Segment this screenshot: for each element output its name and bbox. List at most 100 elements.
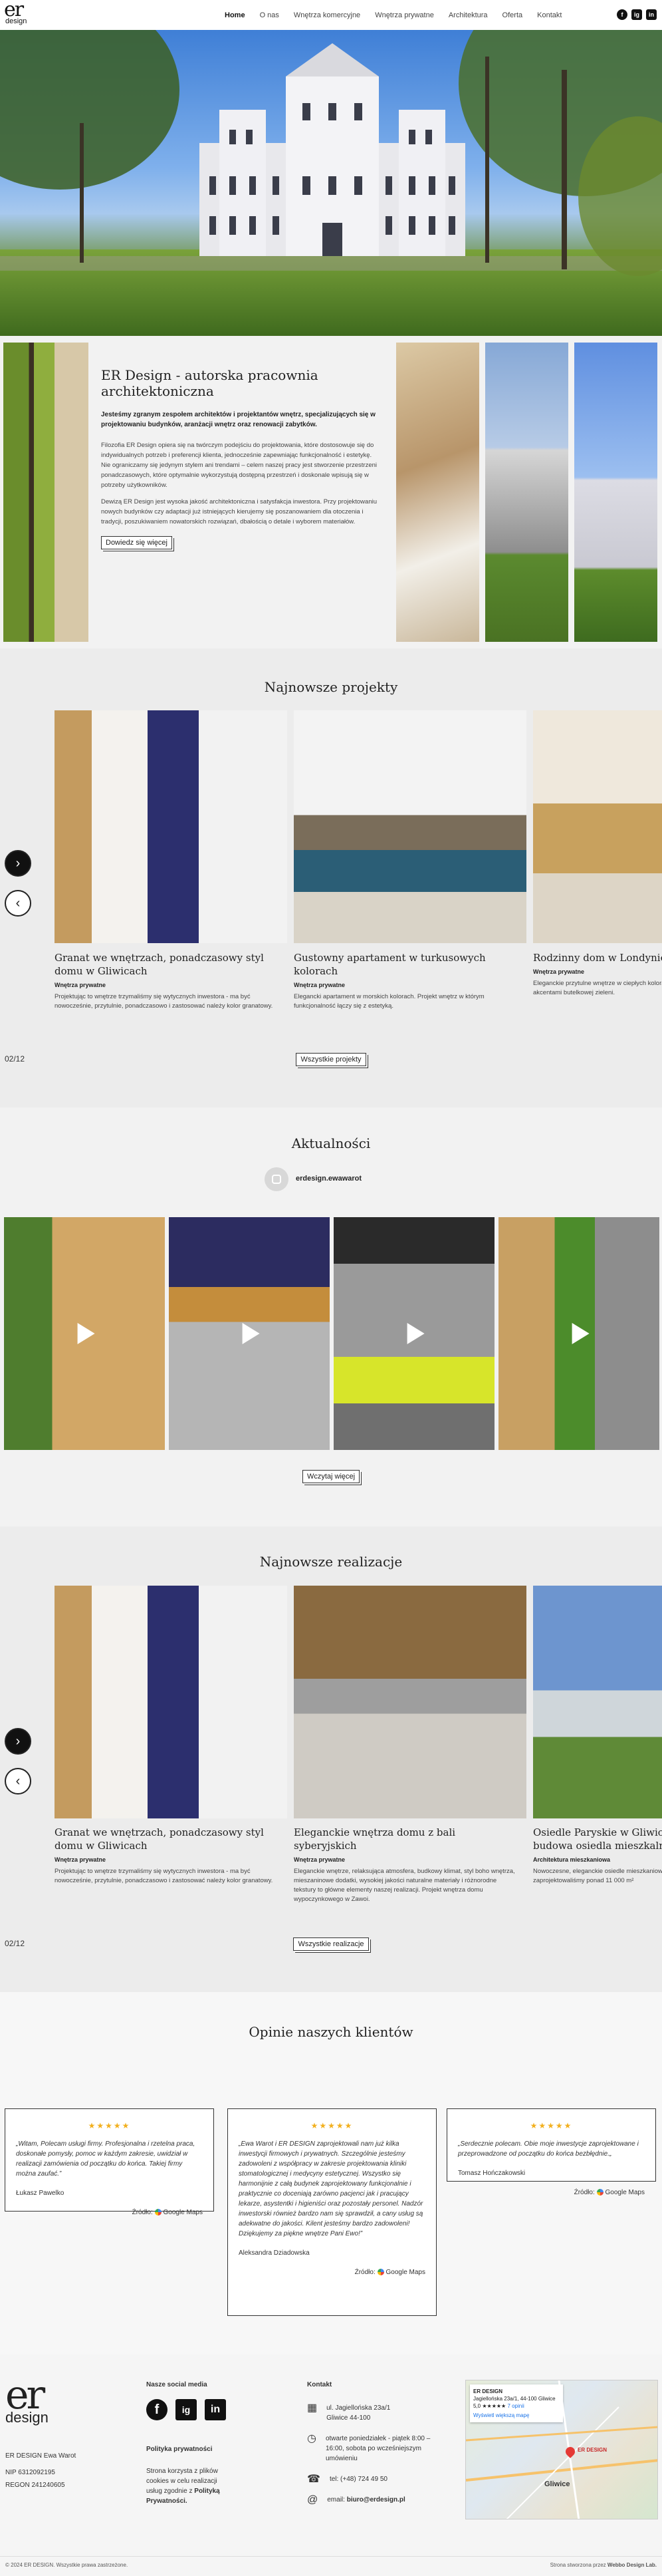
hours-text: otwarte poniedziałek - piątek 8:00 – 16:…	[325, 2435, 431, 2462]
nav-kontakt[interactable]: Kontakt	[537, 11, 562, 19]
company-info: ER DESIGN Ewa Warot NIP 6312092195 REGON…	[5, 2451, 76, 2490]
contact-email[interactable]: @ email: biuro@erdesign.pl	[307, 2495, 447, 2505]
nav-o-nas[interactable]: O nas	[260, 11, 279, 19]
credits-link[interactable]: Webbo Design Lab.	[607, 2562, 657, 2568]
review-source: Źródło: Google Maps	[239, 2267, 425, 2277]
projects-title: Najnowsze projekty	[264, 679, 398, 695]
project-card-2[interactable]: Gustowny apartament w turkusowych kolora…	[294, 951, 520, 1011]
header-social: f ig in	[617, 9, 657, 20]
realization-card-3[interactable]: Osiedle Paryskie w Gliwicach - budowa os…	[533, 1826, 662, 1886]
realization-image-3[interactable]	[533, 1586, 662, 1818]
project-card-description: Projektując to wnętrze trzymaliśmy się w…	[55, 993, 273, 1010]
privacy-title: Polityka prywatności	[146, 2446, 213, 2453]
site-header: er design Home O nas Wnętrza komercyjne …	[0, 0, 662, 30]
about-more-button[interactable]: Dowiedz się więcej	[101, 536, 172, 549]
insta-post-2[interactable]	[169, 1217, 330, 1450]
nav-home[interactable]: Home	[225, 11, 245, 19]
linkedin-icon[interactable]: in	[646, 9, 657, 20]
phone-text[interactable]: tel: (+48) 724 49 50	[330, 2474, 387, 2484]
realization-image-2[interactable]	[294, 1586, 526, 1818]
at-icon: @	[307, 2494, 318, 2505]
project-image-1[interactable]	[55, 710, 287, 943]
realizations-prev-arrow[interactable]: ‹	[5, 1768, 31, 1794]
source-label: Źródło:	[574, 2189, 595, 2196]
realizations-next-arrow[interactable]: ›	[5, 1728, 31, 1755]
realization-image-1[interactable]	[55, 1586, 287, 1818]
google-map[interactable]: ER DESIGN Jagiellońska 23a/1, 44-100 Gli…	[465, 2380, 658, 2519]
logo[interactable]: er design	[4, 0, 36, 27]
google-maps-icon	[377, 2269, 384, 2276]
all-realizations-button[interactable]: Wszystkie realizacje	[293, 1937, 369, 1951]
company-nip: NIP 6312092195	[5, 2469, 55, 2476]
all-projects-button[interactable]: Wszystkie projekty	[296, 1053, 366, 1066]
credits-prefix: Strona stworzona przez	[550, 2562, 606, 2568]
source-name[interactable]: Google Maps	[606, 2189, 645, 2196]
source-name[interactable]: Google Maps	[164, 2209, 203, 2216]
site-footer: er design ER DESIGN Ewa Warot NIP 631209…	[0, 2355, 662, 2576]
footer-contact: Kontakt ▦ ul. Jagiellońska 23a/1 Gliwice …	[307, 2380, 447, 2505]
credits: Strona stworzona przez Webbo Design Lab.	[550, 2562, 657, 2568]
instagram-icon[interactable]: ig	[175, 2399, 197, 2420]
project-card-1[interactable]: Granat we wnętrzach, ponadczasowy styl d…	[55, 951, 280, 1011]
privacy-text: Strona korzysta z plików cookies w celu …	[146, 2466, 229, 2506]
realization-card-2[interactable]: Eleganckie wnętrza domu z bali syberyjsk…	[294, 1826, 520, 1904]
realization-card-1[interactable]: Granat we wnętrzach, ponadczasowy styl d…	[55, 1826, 280, 1886]
rating-stars: ★★★★★	[310, 2121, 354, 2130]
source-name[interactable]: Google Maps	[386, 2269, 425, 2276]
about-image-2	[396, 343, 479, 642]
load-more-button[interactable]: Wczytaj więcej	[302, 1470, 360, 1483]
review-author: Łukasz Pawelko	[16, 2190, 64, 2197]
projects-next-arrow[interactable]: ›	[5, 850, 31, 877]
play-icon	[572, 1323, 590, 1344]
realization-card-description: Eleganckie wnętrze, relaksująca atmosfer…	[294, 1868, 515, 1903]
company-regon: REGON 241240605	[5, 2482, 65, 2489]
about-text: ER Design - autorska pracownia architekt…	[101, 367, 380, 549]
map-roads	[466, 2380, 657, 2519]
about-image-4	[574, 343, 657, 642]
project-card-title: Rodzinny dom w Londynie	[533, 952, 662, 964]
nav-wnetrza-komercyjne[interactable]: Wnętrza komercyjne	[294, 11, 360, 19]
email-link[interactable]: biuro@erdesign.pl	[347, 2496, 405, 2504]
play-icon	[407, 1323, 425, 1344]
email-prefix: email:	[327, 2496, 345, 2504]
review-card-2: ★★★★★ „Ewa Warot i ER DESIGN zaprojektow…	[227, 2108, 437, 2316]
project-card-category: Wnętrza prywatne	[55, 982, 106, 988]
instagram-icon[interactable]: ig	[631, 9, 642, 20]
insta-post-4[interactable]	[498, 1217, 659, 1450]
footer-divider	[0, 2556, 662, 2557]
play-icon	[242, 1323, 260, 1344]
realization-card-category: Wnętrza prywatne	[294, 1856, 346, 1863]
company-name: ER DESIGN Ewa Warot	[5, 2452, 76, 2460]
nav-wnetrza-prywatne[interactable]: Wnętrza prywatne	[375, 11, 434, 19]
address-text: ul. Jagiellońska 23a/1 Gliwice 44-100	[326, 2404, 391, 2422]
footer-logo[interactable]: er design	[5, 2375, 49, 2425]
about-paragraph-2: Dewizą ER Design jest wysoka jakość arch…	[101, 498, 378, 525]
project-image-2[interactable]	[294, 710, 526, 943]
insta-post-1[interactable]	[4, 1217, 165, 1450]
building-icon: ▦	[307, 2402, 318, 2414]
contact-phone[interactable]: ☎ tel: (+48) 724 49 50	[307, 2474, 447, 2485]
project-card-3[interactable]: Rodzinny dom w Londynie Wnętrza prywatne…	[533, 951, 662, 998]
project-card-category: Wnętrza prywatne	[533, 968, 585, 975]
project-image-3[interactable]	[533, 710, 662, 943]
instagram-avatar[interactable]	[265, 1167, 288, 1191]
facebook-icon[interactable]: f	[617, 9, 627, 20]
realization-card-title: Granat we wnętrzach, ponadczasowy styl d…	[55, 1826, 264, 1852]
facebook-icon[interactable]: f	[146, 2399, 167, 2420]
rating-stars: ★★★★★	[88, 2121, 131, 2130]
play-icon	[77, 1323, 95, 1344]
source-label: Źródło:	[132, 2209, 153, 2216]
projects-prev-arrow[interactable]: ‹	[5, 890, 31, 917]
instagram-handle[interactable]: erdesign.ewawarot	[296, 1175, 362, 1183]
about-lead: Jesteśmy zgranym zespołem architektów i …	[101, 411, 376, 428]
about-title: ER Design - autorska pracownia architekt…	[101, 367, 318, 399]
insta-post-3[interactable]	[334, 1217, 495, 1450]
linkedin-icon[interactable]: in	[205, 2399, 226, 2420]
project-card-description: Eleganckie przytulne wnętrze w ciepłych …	[533, 980, 662, 996]
contact-address: ▦ ul. Jagiellońska 23a/1 Gliwice 44-100	[307, 2403, 447, 2423]
about-section: ER Design - autorska pracownia architekt…	[0, 336, 662, 648]
review-text: „Ewa Warot i ER DESIGN zaprojektowali na…	[239, 2140, 423, 2237]
nav-oferta[interactable]: Oferta	[502, 11, 523, 19]
map-pin-label: ER DESIGN	[578, 2447, 607, 2453]
nav-architektura[interactable]: Architektura	[449, 11, 488, 19]
